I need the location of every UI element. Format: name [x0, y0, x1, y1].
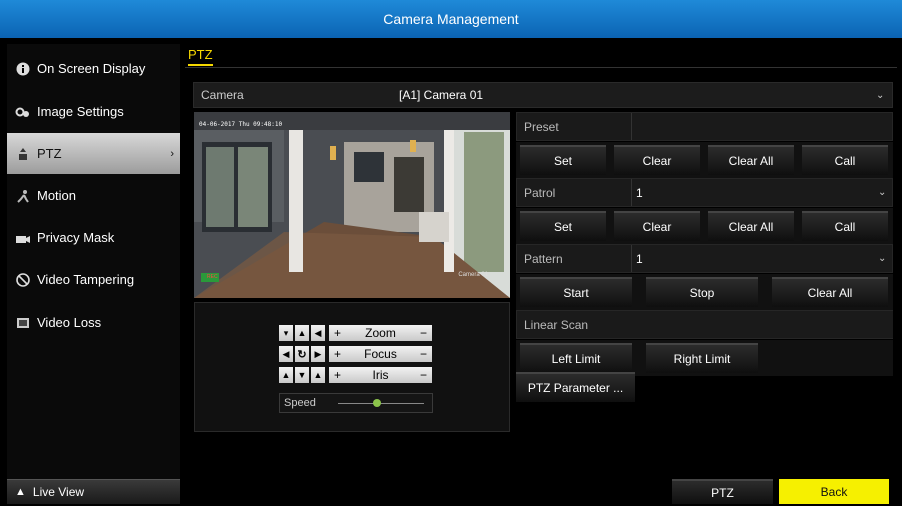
preset-clear-button[interactable]: Clear [614, 145, 700, 175]
ptz-icon [15, 146, 31, 162]
pan-down-left-button[interactable]: ▲ [279, 367, 293, 383]
tab-divider [185, 67, 897, 68]
sidebar-item-ptz[interactable]: PTZ › [7, 133, 180, 174]
video-tampering-icon [15, 272, 31, 288]
pattern-label: Pattern [517, 245, 632, 272]
sidebar-item-video-loss[interactable]: Video Loss [7, 302, 180, 343]
patrol-clear-all-button[interactable]: Clear All [708, 211, 794, 241]
info-icon [15, 61, 31, 77]
speed-slider-knob[interactable] [372, 399, 381, 407]
sidebar-item-image-settings[interactable]: Image Settings [7, 91, 180, 132]
sidebar-item-on-screen-display[interactable]: On Screen Display [7, 48, 180, 89]
speed-slider-track[interactable] [338, 403, 424, 404]
patrol-label: Patrol [517, 179, 632, 206]
speed-control: Speed [279, 393, 433, 413]
image-settings-icon [15, 104, 31, 120]
left-limit-button[interactable]: Left Limit [520, 343, 632, 373]
tab-ptz[interactable]: PTZ [188, 47, 213, 66]
zoom-control[interactable]: + Zoom − [329, 325, 432, 341]
iris-label: Iris [372, 368, 389, 382]
pan-down-right-button[interactable]: ▲ [311, 367, 325, 383]
sidebar-item-privacy-mask[interactable]: Privacy Mask [7, 217, 180, 258]
video-loss-icon [15, 315, 31, 331]
linear-scan-row: Linear Scan [516, 310, 893, 339]
auto-scan-icon[interactable]: ↻ [295, 346, 309, 362]
chevron-down-icon: ⌄ [876, 89, 885, 101]
camera-value: [A1] Camera 01 [399, 88, 484, 102]
zoom-in-button[interactable]: + [334, 326, 341, 340]
preset-set-button[interactable]: Set [520, 145, 606, 175]
sidebar-item-label: On Screen Display [37, 61, 146, 76]
pan-up-right-button[interactable]: ◀ [311, 325, 325, 341]
rec-badge: REC [201, 273, 219, 282]
sidebar-item-label: Image Settings [37, 104, 124, 119]
main-panel: PTZ Camera [A1] Camera 01 ⌄ 04-06-2017 T… [185, 44, 897, 504]
pattern-start-button[interactable]: Start [520, 277, 632, 307]
sidebar-item-label: Privacy Mask [37, 230, 115, 245]
zoom-label: Zoom [365, 326, 396, 340]
pan-right-button[interactable]: ▶ [311, 346, 325, 362]
ptz-footer-button[interactable]: PTZ [672, 479, 773, 504]
ptz-control-panel: ▾ ▲ ◀ ◀ ↻ ▶ ▲ ▼ ▲ + Zoom − + Focus − + I… [194, 302, 510, 432]
osd-camera-name: Camera 01 [458, 272, 488, 278]
pattern-row[interactable]: Pattern 1 ⌄ [516, 244, 893, 273]
patrol-clear-button[interactable]: Clear [614, 211, 700, 241]
back-button[interactable]: Back [779, 479, 889, 504]
sidebar: On Screen Display Image Settings PTZ › M… [7, 44, 180, 504]
porch-scene-image [194, 112, 510, 298]
sidebar-item-motion[interactable]: Motion [7, 175, 180, 216]
pattern-stop-button[interactable]: Stop [646, 277, 758, 307]
video-preview: 04-06-2017 Thu 09:48:10 Camera 01 REC [194, 112, 510, 298]
osd-timestamp: 04-06-2017 Thu 09:48:10 [199, 121, 283, 128]
pan-down-button[interactable]: ▼ [295, 367, 309, 383]
chevron-down-icon: ⌄ [878, 253, 887, 264]
live-view-button[interactable]: ▲ Live View [7, 479, 180, 504]
preset-label: Preset [517, 113, 632, 140]
iris-close-button[interactable]: − [420, 368, 427, 382]
sidebar-item-label: Video Loss [37, 315, 102, 330]
chevron-down-icon: ⌄ [878, 187, 887, 198]
linear-scan-buttons: Left Limit Right Limit [516, 340, 893, 376]
preset-buttons: Set Clear Clear All Call [516, 142, 893, 178]
chevron-right-icon: › [170, 147, 174, 160]
camera-label: Camera [201, 88, 244, 102]
sidebar-item-label: Video Tampering [37, 272, 135, 287]
camera-select[interactable]: Camera [A1] Camera 01 ⌄ [193, 82, 893, 108]
speed-label: Speed [284, 397, 316, 409]
iris-open-button[interactable]: + [334, 368, 341, 382]
preset-clear-all-button[interactable]: Clear All [708, 145, 794, 175]
patrol-buttons: Set Clear Clear All Call [516, 208, 893, 244]
focus-control[interactable]: + Focus − [329, 346, 432, 362]
ptz-parameter-button[interactable]: PTZ Parameter ... [516, 372, 635, 402]
pattern-buttons: Start Stop Clear All [516, 274, 893, 310]
iris-control[interactable]: + Iris − [329, 367, 432, 383]
patrol-value: 1 [636, 185, 643, 200]
right-limit-button[interactable]: Right Limit [646, 343, 758, 373]
linear-scan-label: Linear Scan [524, 317, 589, 332]
patrol-set-button[interactable]: Set [520, 211, 606, 241]
patrol-call-button[interactable]: Call [802, 211, 888, 241]
sidebar-item-label: Motion [37, 188, 77, 203]
window-title: Camera Management [0, 0, 902, 38]
privacy-mask-icon [15, 230, 31, 246]
motion-icon [15, 188, 31, 204]
pan-up-button[interactable]: ▲ [295, 325, 309, 341]
pan-up-left-button[interactable]: ▾ [279, 325, 293, 341]
home-icon: ▲ [15, 486, 26, 498]
focus-label: Focus [364, 347, 397, 361]
patrol-row[interactable]: Patrol 1 ⌄ [516, 178, 893, 207]
preset-call-button[interactable]: Call [802, 145, 888, 175]
pattern-value: 1 [636, 251, 643, 266]
pattern-clear-all-button[interactable]: Clear All [772, 277, 888, 307]
focus-in-button[interactable]: + [334, 347, 341, 361]
preset-row: Preset [516, 112, 893, 141]
sidebar-item-video-tampering[interactable]: Video Tampering [7, 259, 180, 300]
zoom-out-button[interactable]: − [420, 326, 427, 340]
focus-out-button[interactable]: − [420, 347, 427, 361]
live-view-label: Live View [32, 485, 85, 499]
pan-left-button[interactable]: ◀ [279, 346, 293, 362]
sidebar-item-label: PTZ [37, 146, 62, 161]
